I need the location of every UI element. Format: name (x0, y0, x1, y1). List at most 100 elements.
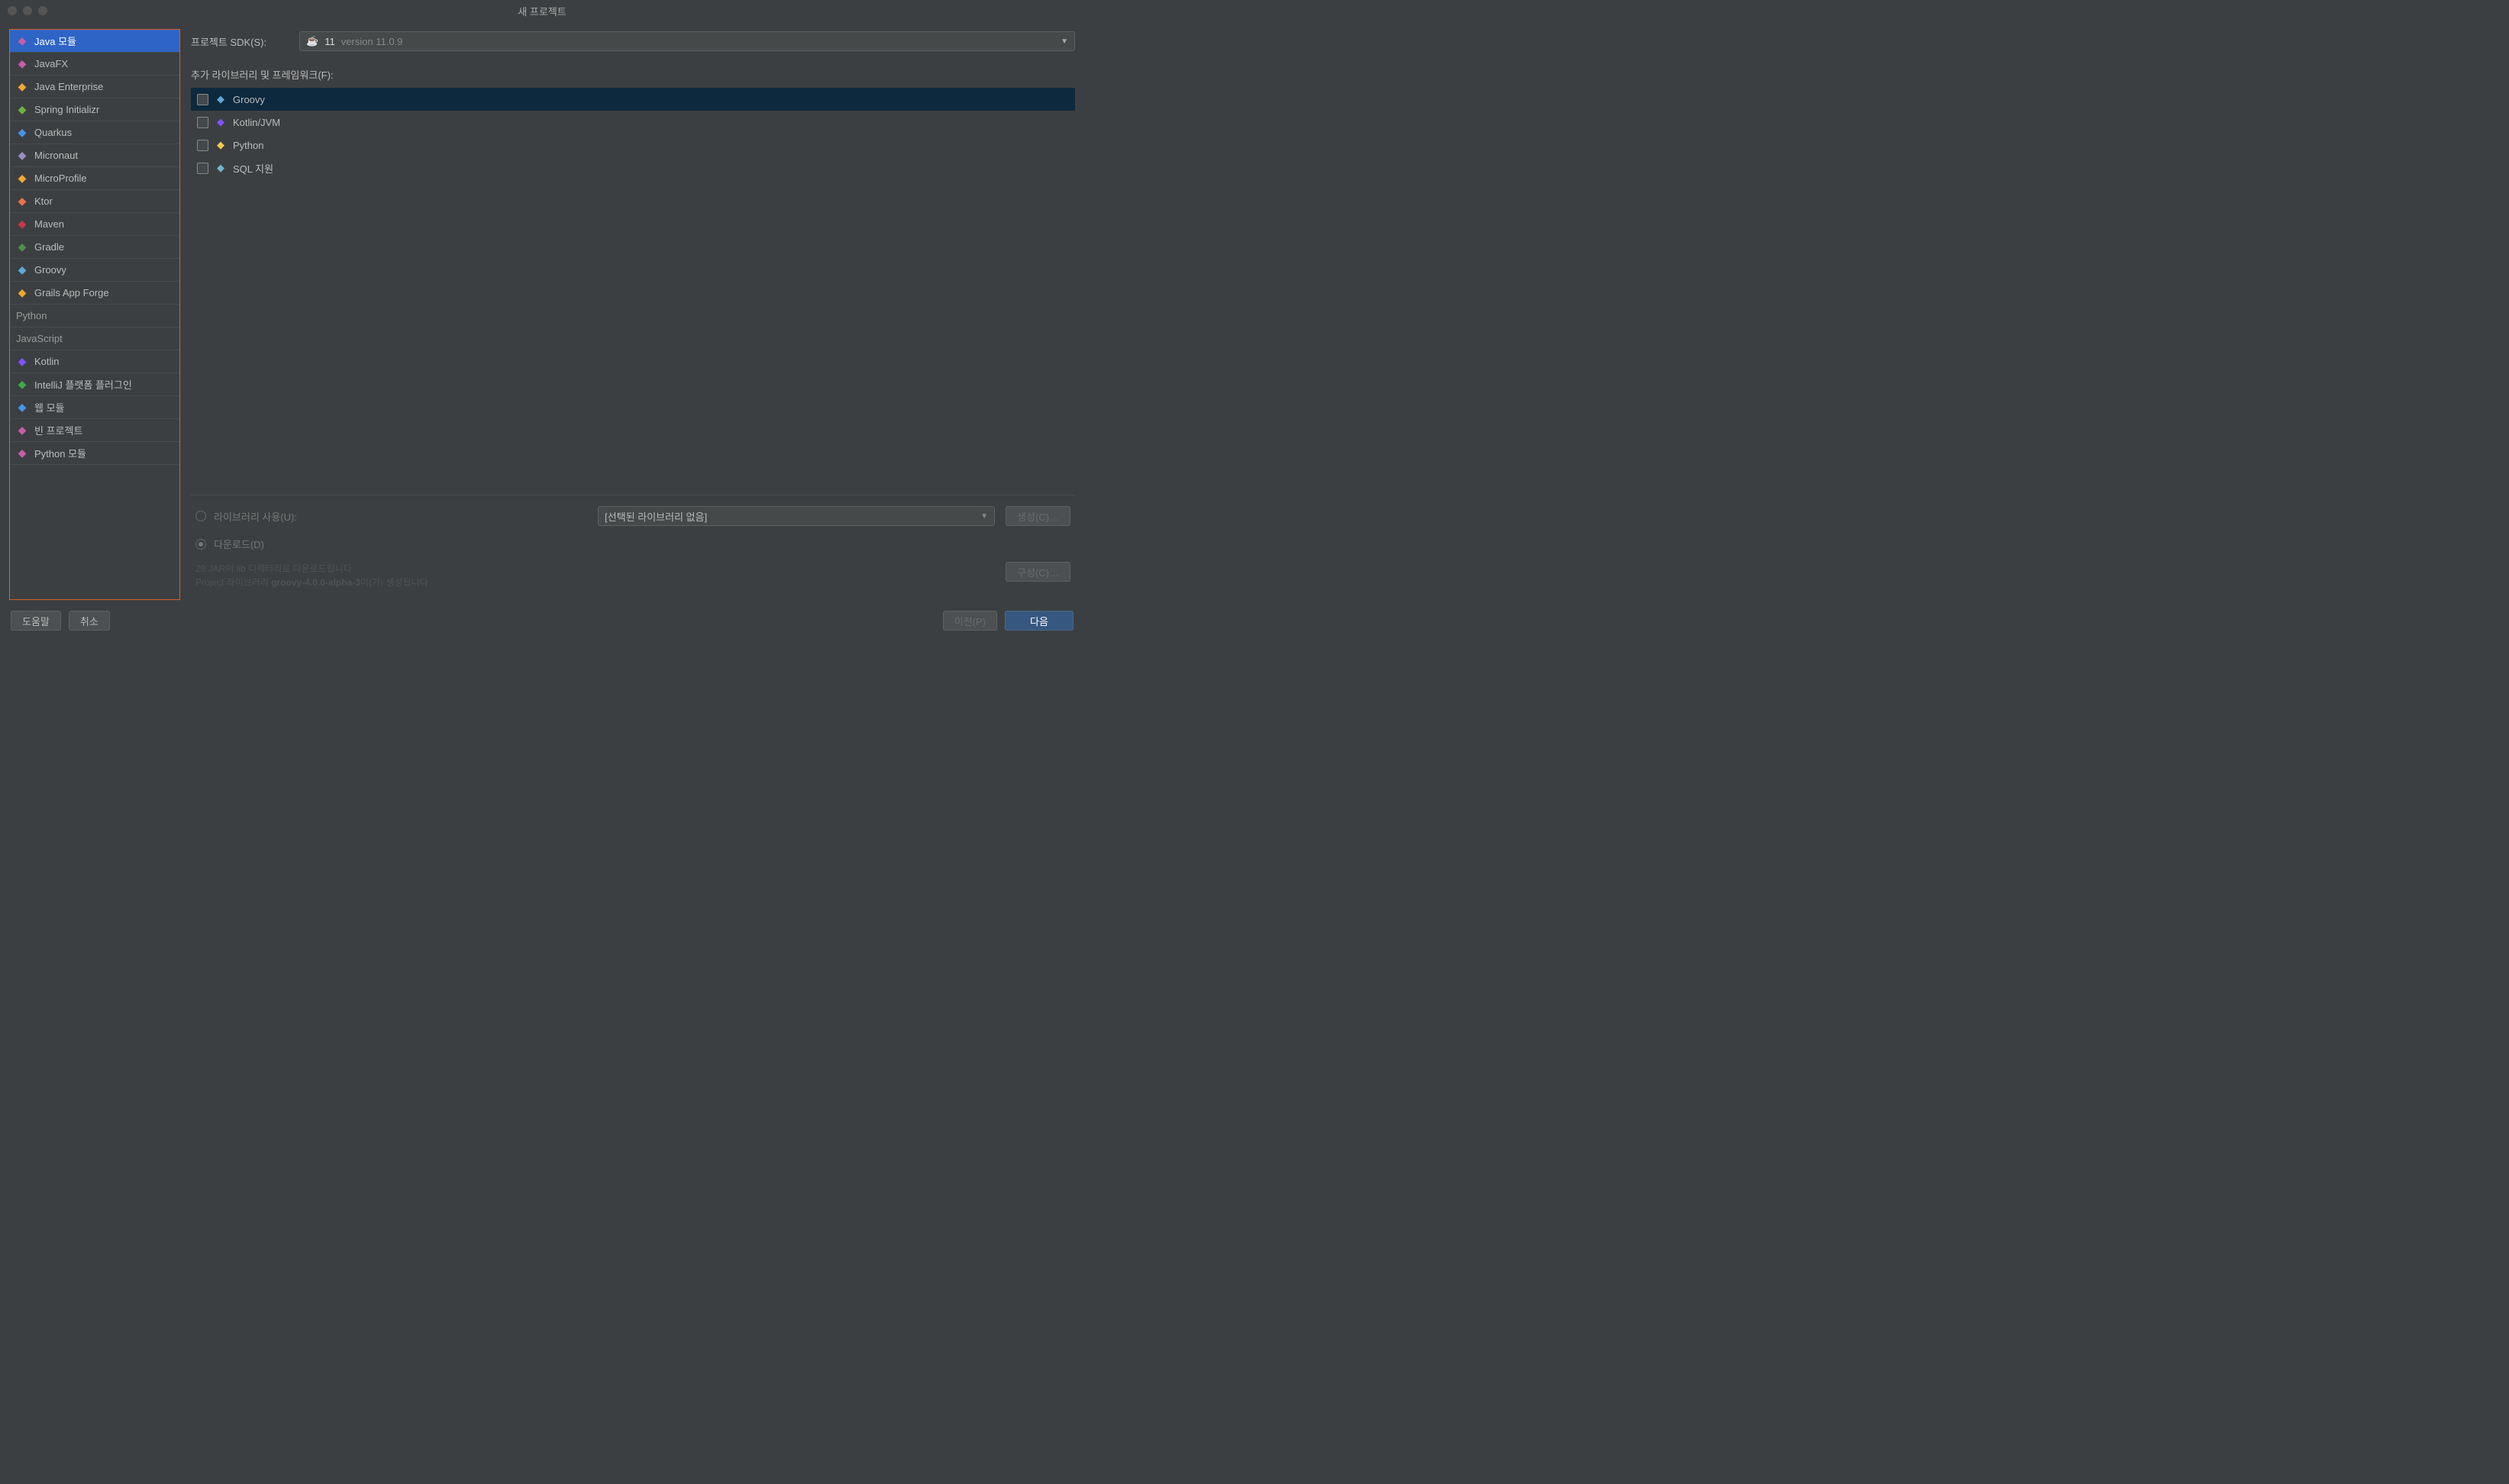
sidebar-item-java-enterprise[interactable]: ◆ Java Enterprise (10, 76, 179, 98)
framework-checkbox[interactable] (197, 163, 208, 174)
sidebar-item-label: Spring Initializr (34, 104, 99, 115)
sdk-value-version: version 11.0.9 (341, 36, 403, 47)
project-type-icon: ◆ (16, 379, 28, 391)
project-type-icon: ◆ (16, 58, 28, 70)
sidebar-item-label: Kotlin (34, 356, 60, 367)
download-radio[interactable]: 다운로드(D) (195, 537, 1070, 551)
sidebar-item-maven[interactable]: ◆ Maven (10, 213, 179, 236)
framework-label: Groovy (233, 94, 265, 105)
configure-button[interactable]: 구성(C)… (1006, 562, 1070, 582)
framework-checkbox[interactable] (197, 140, 208, 151)
framework-label: Python (233, 140, 263, 151)
project-type-icon: ◆ (16, 402, 28, 414)
window-controls[interactable] (8, 6, 47, 15)
project-type-icon: ◆ (16, 447, 28, 460)
sidebar-item-python-모듈[interactable]: ◆ Python 모듈 (10, 442, 179, 465)
sidebar-item-intellij-플랫폼-플러그인[interactable]: ◆IntelliJ 플랫폼 플러그인 (10, 373, 179, 396)
zoom-icon[interactable] (38, 6, 47, 15)
use-library-label: 라이브러리 사용(U): (214, 509, 297, 524)
radio-icon (195, 511, 206, 521)
download-info-1: 29 JAR이 lib 디렉터리로 다운로드됩니다 (195, 562, 995, 576)
library-dropdown[interactable]: [선택된 라이브러리 없음] ▼ (598, 506, 995, 526)
sidebar-item-label: MicroProfile (34, 173, 87, 184)
sidebar-item-grails-app-forge[interactable]: ◆Grails App Forge (10, 282, 179, 305)
sidebar-item-javascript: JavaScript (10, 327, 179, 350)
sidebar-item-label: Python 모듈 (34, 446, 86, 460)
sdk-dropdown[interactable]: ☕ 11 version 11.0.9 ▼ (299, 31, 1075, 51)
framework-item-python[interactable]: ◆Python (191, 134, 1075, 156)
project-type-icon: ◆ (16, 127, 28, 139)
sidebar-item-label: 빈 프로젝트 (34, 423, 82, 437)
framework-label: SQL 지원 (233, 161, 273, 176)
sidebar-item-빈-프로젝트[interactable]: ◆ 빈 프로젝트 (10, 419, 179, 442)
sidebar-item-label: Maven (34, 218, 64, 230)
sidebar-item-label: Ktor (34, 195, 53, 207)
sidebar-item-label: JavaScript (16, 333, 63, 344)
project-type-icon: ◆ (16, 287, 28, 299)
use-library-radio[interactable]: 라이브러리 사용(U): (195, 509, 297, 524)
titlebar: 새 프로젝트 (0, 0, 1084, 21)
project-type-icon: ◆ (16, 104, 28, 116)
sidebar-item-spring-initializr[interactable]: ◆ Spring Initializr (10, 98, 179, 121)
sidebar-item-label: Gradle (34, 241, 64, 253)
frameworks-list: ◆ Groovy ◆ Kotlin/JVM ◆Python◆SQL 지원 (191, 88, 1075, 495)
sidebar-item-java-모듈[interactable]: ◆ Java 모듈 (10, 30, 179, 53)
sidebar-item-ktor[interactable]: ◆ Ktor (10, 190, 179, 213)
framework-label: Kotlin/JVM (233, 117, 280, 128)
dialog-footer: 도움말 취소 이전(P) 다음 (0, 600, 1084, 641)
sidebar-item-label: Java 모듈 (34, 34, 76, 48)
main-panel: 프로젝트 SDK(S): ☕ 11 version 11.0.9 ▼ 추가 라이… (191, 29, 1075, 600)
download-info-2: Project 라이브러리 groovy-4.0.0-alpha-3이(가) 생… (195, 576, 995, 589)
sidebar-item-label: Java Enterprise (34, 81, 103, 92)
frameworks-label: 추가 라이브러리 및 프레임워크(F): (191, 67, 1075, 82)
window-title: 새 프로젝트 (518, 4, 566, 18)
java-icon: ☕ (306, 35, 318, 47)
close-icon[interactable] (8, 6, 17, 15)
chevron-down-icon: ▼ (1061, 37, 1068, 46)
library-selected-text: [선택된 라이브러리 없음] (605, 509, 707, 524)
sdk-value-major: 11 (325, 36, 335, 47)
project-type-icon: ◆ (16, 218, 28, 231)
sidebar-item-label: Micronaut (34, 150, 78, 161)
project-type-icon: ◆ (16, 264, 28, 276)
help-button[interactable]: 도움말 (11, 611, 61, 631)
framework-item-sql-[interactable]: ◆SQL 지원 (191, 156, 1075, 179)
library-panel: 라이브러리 사용(U): [선택된 라이브러리 없음] ▼ 생성(C)… 다운로… (191, 495, 1075, 600)
sidebar-item-label: 웹 모듈 (34, 400, 65, 415)
framework-checkbox[interactable] (197, 117, 208, 128)
sidebar-item-gradle[interactable]: ◆ Gradle (10, 236, 179, 259)
framework-item-kotlin-jvm[interactable]: ◆ Kotlin/JVM (191, 111, 1075, 134)
radio-icon (195, 539, 206, 550)
project-type-icon: ◆ (16, 356, 28, 368)
sidebar-item-웹-모듈[interactable]: ◆ 웹 모듈 (10, 396, 179, 419)
previous-button[interactable]: 이전(P) (943, 611, 997, 631)
create-library-button[interactable]: 생성(C)… (1006, 506, 1070, 526)
framework-item-groovy[interactable]: ◆ Groovy (191, 88, 1075, 111)
sidebar-item-label: JavaFX (34, 58, 68, 69)
project-type-icon: ◆ (16, 81, 28, 93)
framework-icon: ◆ (215, 93, 227, 105)
project-type-icon: ◆ (16, 150, 28, 162)
next-button[interactable]: 다음 (1005, 611, 1074, 631)
project-type-icon: ◆ (16, 195, 28, 208)
project-type-sidebar: ◆ Java 모듈 ◆ JavaFX ◆ Java Enterprise ◆ Spring I… (9, 29, 180, 600)
sidebar-item-kotlin[interactable]: ◆ Kotlin (10, 350, 179, 373)
sidebar-item-quarkus[interactable]: ◆Quarkus (10, 121, 179, 144)
minimize-icon[interactable] (23, 6, 32, 15)
framework-icon: ◆ (215, 116, 227, 128)
sidebar-item-groovy[interactable]: ◆ Groovy (10, 259, 179, 282)
sidebar-item-javafx[interactable]: ◆ JavaFX (10, 53, 179, 76)
sidebar-item-python: Python (10, 305, 179, 327)
sdk-label: 프로젝트 SDK(S): (191, 34, 290, 49)
framework-checkbox[interactable] (197, 94, 208, 105)
project-type-icon: ◆ (16, 424, 28, 437)
project-type-icon: ◆ (16, 35, 28, 47)
project-type-icon: ◆ (16, 173, 28, 185)
sidebar-item-microprofile[interactable]: ◆ MicroProfile (10, 167, 179, 190)
cancel-button[interactable]: 취소 (69, 611, 110, 631)
project-type-icon: ◆ (16, 241, 28, 253)
sidebar-item-label: Groovy (34, 264, 66, 276)
sidebar-item-label: Python (16, 310, 47, 321)
sidebar-item-micronaut[interactable]: ◆ Micronaut (10, 144, 179, 167)
download-label: 다운로드(D) (214, 537, 264, 551)
